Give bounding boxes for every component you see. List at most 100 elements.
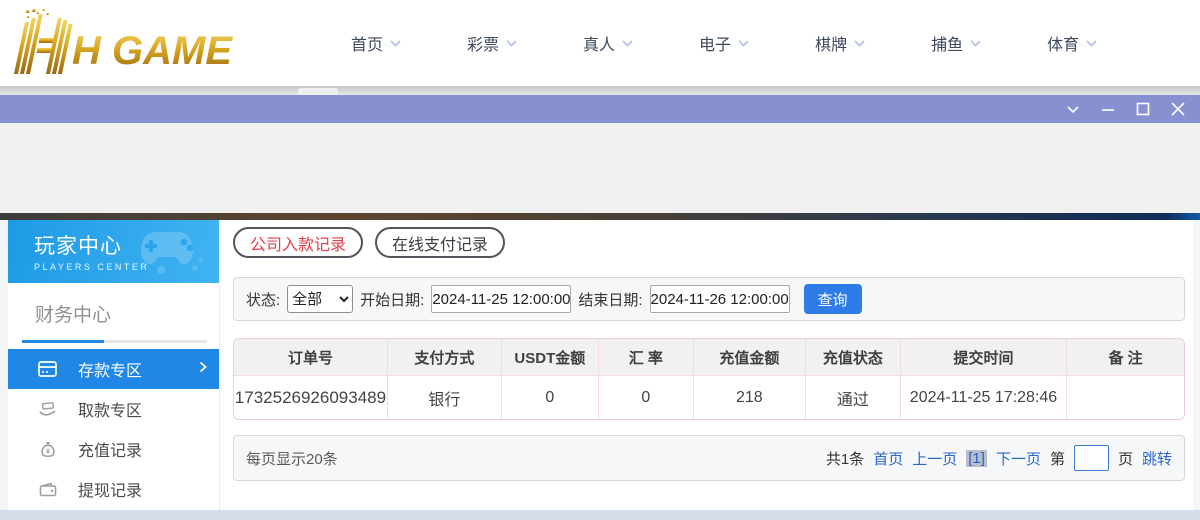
first-page-link[interactable]: 首页 xyxy=(873,448,903,469)
end-date-input[interactable] xyxy=(650,285,790,313)
query-button[interactable]: 查询 xyxy=(804,284,862,314)
next-page-link[interactable]: 下一页 xyxy=(996,448,1041,469)
nav-label: 体育 xyxy=(1047,31,1079,55)
bottom-strip xyxy=(0,510,1200,520)
sidebar-item-label: 存款专区 xyxy=(78,357,142,381)
cell-order-number: 1732526926093489 xyxy=(234,376,388,419)
nav-label: 首页 xyxy=(351,31,383,55)
chevron-down-icon xyxy=(506,40,517,47)
minimize-icon[interactable] xyxy=(1100,101,1116,117)
records-table: 订单号 支付方式 USDT金额 汇 率 充值金额 充值状态 提交时间 备 注 1… xyxy=(233,338,1185,420)
status-label: 状态: xyxy=(246,289,280,310)
bank-card-icon xyxy=(38,361,57,378)
tab-company-deposit-records[interactable]: 公司入款记录 xyxy=(233,227,363,258)
col-order-number: 订单号 xyxy=(234,339,388,376)
workspace-gap xyxy=(0,123,1200,213)
svg-text:H GAME: H GAME xyxy=(72,29,233,73)
col-payment-method: 支付方式 xyxy=(388,339,502,376)
table-row: 1732526926093489 银行 0 0 218 通过 2024-11-2… xyxy=(234,376,1184,419)
nav-label: 棋牌 xyxy=(815,31,847,55)
jump-prefix-label: 第 xyxy=(1050,448,1065,469)
nav-label: 电子 xyxy=(699,31,731,55)
col-submit-time: 提交时间 xyxy=(901,339,1067,376)
nav-item-fishing[interactable]: 捕鱼 xyxy=(898,31,1014,55)
pager-controls: 共1条 首页 上一页 [1] 下一页 第 页 跳转 xyxy=(826,445,1172,471)
prev-page-link[interactable]: 上一页 xyxy=(912,448,957,469)
page: H GAME 首页 彩票 真人 电子 棋牌 xyxy=(0,0,1200,520)
window-edge-strip xyxy=(0,86,1200,95)
section-divider xyxy=(22,340,207,343)
chevron-down-icon xyxy=(390,40,401,47)
svg-text:¥: ¥ xyxy=(46,448,50,455)
table-header-row: 订单号 支付方式 USDT金额 汇 率 充值金额 充值状态 提交时间 备 注 xyxy=(234,339,1184,376)
banner-edge-strip xyxy=(0,213,1200,220)
col-recharge-status: 充值状态 xyxy=(806,339,901,376)
player-center-section: 玩家中心 PLAYERS CENTER 财务中心 xyxy=(0,220,1200,510)
sidebar-item-label: 取款专区 xyxy=(78,397,142,421)
nav-item-sports[interactable]: 体育 xyxy=(1014,31,1130,55)
per-page-label: 每页显示20条 xyxy=(246,448,338,469)
main-nav: 首页 彩票 真人 电子 棋牌 捕鱼 xyxy=(318,0,1130,86)
nav-item-home[interactable]: 首页 xyxy=(318,31,434,55)
wallet-icon xyxy=(38,481,57,498)
site-header: H GAME 首页 彩票 真人 电子 棋牌 xyxy=(0,0,1200,86)
end-date-label: 结束日期: xyxy=(578,289,642,310)
nav-item-lottery[interactable]: 彩票 xyxy=(434,31,550,55)
cell-remarks xyxy=(1067,376,1184,419)
window-tab-notch xyxy=(298,88,338,95)
sidebar-item-label: 提现记录 xyxy=(78,477,142,501)
chevron-down-icon xyxy=(622,40,633,47)
sidebar-menu: 存款专区 取款专区 ¥ 充值记录 xyxy=(8,349,219,520)
finance-section-title: 财务中心 xyxy=(8,283,219,327)
main-panel: 公司入款记录 在线支付记录 状态: 全部 开始日期: 结束日期: 查询 订单号 … xyxy=(219,220,1193,510)
pagination-bar: 每页显示20条 共1条 首页 上一页 [1] 下一页 第 页 跳转 xyxy=(233,435,1185,481)
sidebar: 玩家中心 PLAYERS CENTER 财务中心 xyxy=(8,220,219,510)
chevron-right-icon xyxy=(199,360,207,378)
sidebar-item-deposit-zone[interactable]: 存款专区 xyxy=(8,349,219,389)
collapse-icon[interactable] xyxy=(1065,101,1081,117)
chevron-down-icon xyxy=(738,40,749,47)
jump-suffix-label: 页 xyxy=(1118,448,1133,469)
col-exchange-rate: 汇 率 xyxy=(599,339,694,376)
nav-item-live[interactable]: 真人 xyxy=(550,31,666,55)
gamepad-icon xyxy=(137,226,209,278)
sidebar-header: 玩家中心 PLAYERS CENTER xyxy=(8,220,219,283)
cell-recharge-amount: 218 xyxy=(694,376,806,419)
cell-exchange-rate: 0 xyxy=(599,376,694,419)
hand-money-icon xyxy=(38,401,57,418)
sidebar-item-withdrawal-records[interactable]: 提现记录 xyxy=(8,469,219,509)
sidebar-item-withdraw-zone[interactable]: 取款专区 xyxy=(8,389,219,429)
cell-submit-time: 2024-11-25 17:28:46 xyxy=(901,376,1067,419)
nav-item-slots[interactable]: 电子 xyxy=(666,31,782,55)
record-tabs: 公司入款记录 在线支付记录 xyxy=(233,227,1185,258)
close-icon[interactable] xyxy=(1170,101,1186,117)
nav-label: 彩票 xyxy=(467,31,499,55)
cell-recharge-status: 通过 xyxy=(806,376,901,419)
nav-item-chess[interactable]: 棋牌 xyxy=(782,31,898,55)
logo[interactable]: H GAME xyxy=(10,8,278,78)
chevron-down-icon xyxy=(1086,40,1097,47)
sidebar-item-recharge-records[interactable]: ¥ 充值记录 xyxy=(8,429,219,469)
dialog-titlebar xyxy=(0,95,1200,123)
page-jump-input[interactable] xyxy=(1074,445,1109,471)
money-bag-icon: ¥ xyxy=(38,441,57,458)
jump-button[interactable]: 跳转 xyxy=(1142,448,1172,469)
sidebar-item-label: 充值记录 xyxy=(78,437,142,461)
nav-label: 真人 xyxy=(583,31,615,55)
filter-bar: 状态: 全部 开始日期: 结束日期: 查询 xyxy=(233,277,1185,321)
chevron-down-icon xyxy=(854,40,865,47)
total-count: 共1条 xyxy=(826,448,864,469)
col-remarks: 备 注 xyxy=(1067,339,1184,376)
col-usdt-amount: USDT金额 xyxy=(502,339,599,376)
maximize-icon[interactable] xyxy=(1135,101,1151,117)
current-page-indicator: [1] xyxy=(966,450,987,467)
tab-online-payment-records[interactable]: 在线支付记录 xyxy=(375,227,505,258)
cell-payment-method: 银行 xyxy=(388,376,502,419)
start-date-label: 开始日期: xyxy=(360,289,424,310)
status-select[interactable]: 全部 xyxy=(287,285,353,313)
chevron-down-icon xyxy=(970,40,981,47)
col-recharge-amount: 充值金额 xyxy=(694,339,806,376)
start-date-input[interactable] xyxy=(431,285,571,313)
nav-label: 捕鱼 xyxy=(931,31,963,55)
cell-usdt-amount: 0 xyxy=(502,376,599,419)
